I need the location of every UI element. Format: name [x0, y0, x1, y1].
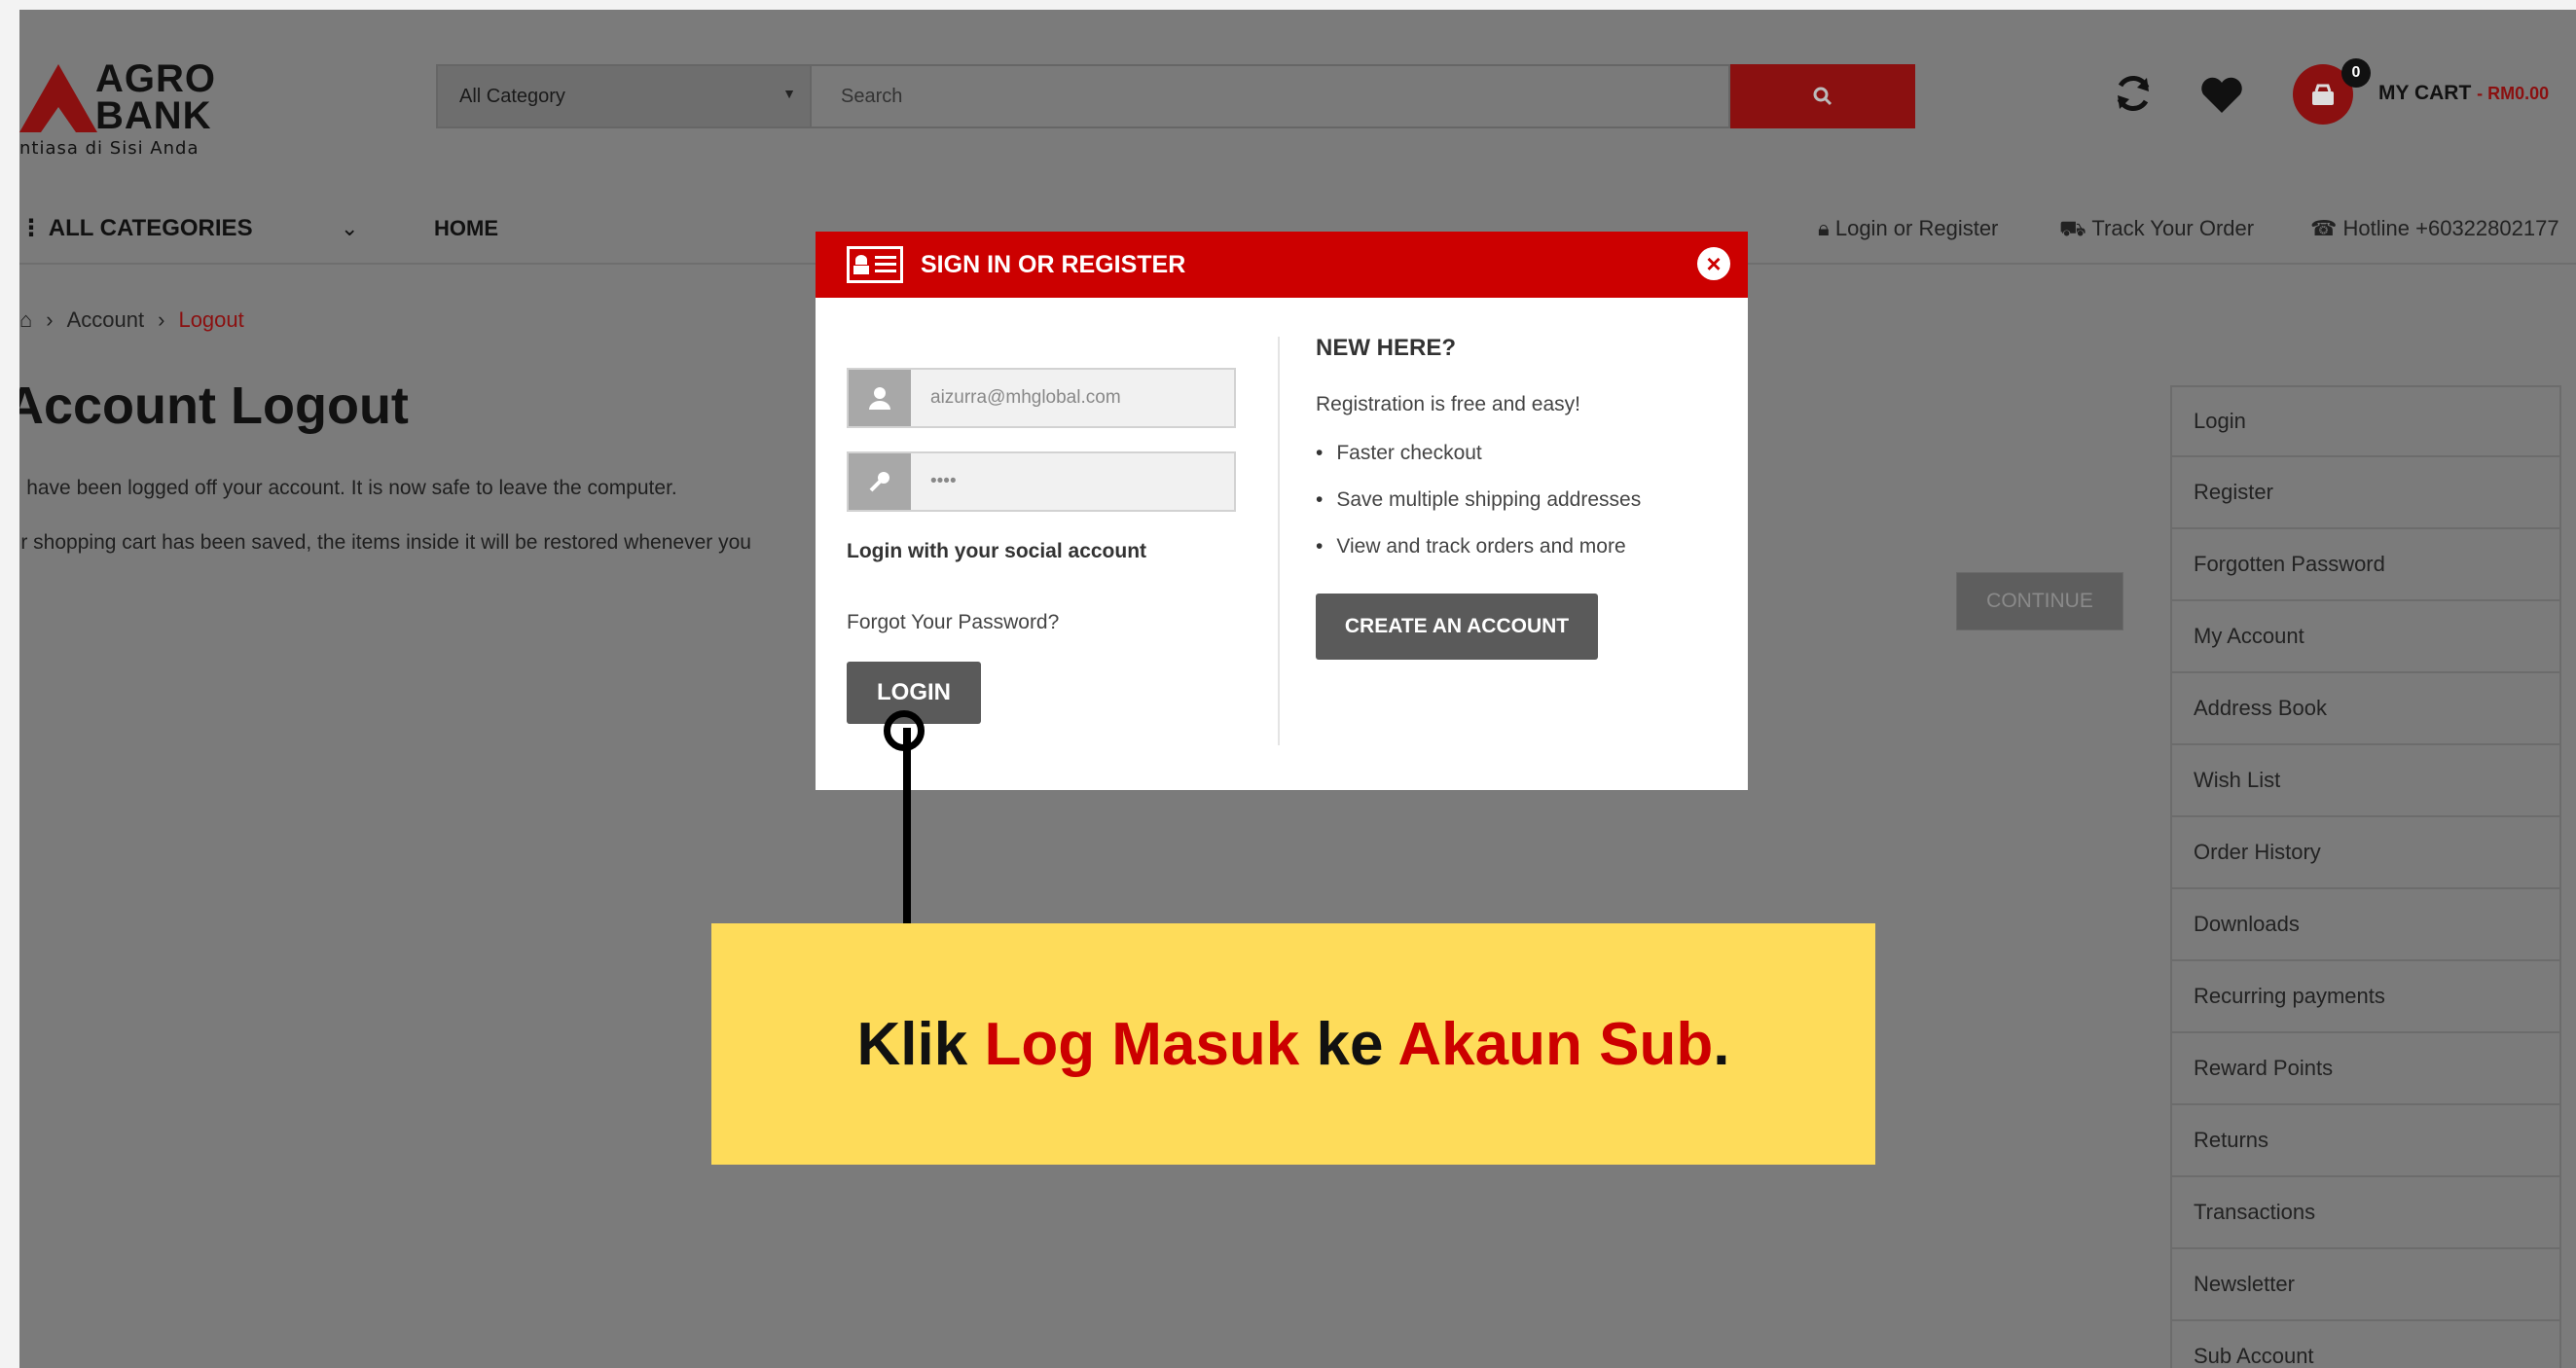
sidebar-item-recurring-payments[interactable]: Recurring payments [2170, 961, 2561, 1033]
email-input[interactable] [911, 370, 1234, 426]
menu-icon: ⋮ [19, 215, 49, 241]
key-icon [849, 453, 911, 510]
account-sidebar: Login Register Forgotten Password My Acc… [2170, 385, 2561, 1368]
all-categories-label: ALL CATEGORIES [48, 215, 253, 241]
list-item: View and track orders and more [1316, 533, 1641, 580]
sidebar-item-my-account[interactable]: My Account [2170, 601, 2561, 673]
wishlist-button[interactable] [2199, 76, 2244, 120]
search-icon [1813, 87, 1832, 106]
browser-viewport: AGRO BANK ntiasa di Sisi Anda All Catego… [19, 10, 2576, 1368]
track-order-link[interactable]: ⛟ Track Your Order [2059, 216, 2254, 244]
cart-saved-message: our shopping cart has been saved, the it… [19, 531, 751, 554]
sidebar-item-forgotten-password[interactable]: Forgotten Password [2170, 529, 2561, 601]
forgot-password-link[interactable]: Forgot Your Password? [847, 611, 1059, 634]
new-here-heading: NEW HERE? [1316, 335, 1456, 361]
truck-icon: ⛟ [2059, 216, 2086, 240]
category-select-value: All Category [459, 85, 565, 107]
phone-icon: ☎ [2310, 216, 2338, 240]
breadcrumb-account[interactable]: Account [67, 307, 145, 332]
pointer-line [903, 728, 911, 934]
instruction-part: . [1713, 1010, 1730, 1078]
lock-icon: 🔒︎ [1818, 216, 1830, 240]
track-order-label: Track Your Order [2091, 216, 2255, 240]
email-field[interactable] [847, 368, 1236, 428]
sign-in-modal: SIGN IN OR REGISTER × Login with your so… [816, 232, 1748, 790]
list-item: Faster checkout [1316, 440, 1641, 486]
modal-header: SIGN IN OR REGISTER × [816, 232, 1748, 298]
cart-amount: - RM0.00 [2477, 84, 2550, 103]
modal-title: SIGN IN OR REGISTER [921, 250, 1186, 278]
instruction-text: Klik Log Masuk ke Akaun Sub. [857, 1010, 1730, 1079]
registration-note: Registration is free and easy! [1316, 393, 1580, 415]
search-input[interactable]: Search [812, 64, 1730, 128]
modal-divider [1278, 337, 1280, 745]
social-login-label: Login with your social account [847, 540, 1147, 562]
instruction-part: ke [1299, 1010, 1398, 1078]
sidebar-item-newsletter[interactable]: Newsletter [2170, 1249, 2561, 1321]
pointer-circle-icon [884, 710, 925, 751]
password-input[interactable] [911, 453, 1234, 510]
id-card-icon [847, 246, 903, 283]
sidebar-item-sub-account[interactable]: Sub Account [2170, 1321, 2561, 1368]
close-icon[interactable]: × [1697, 247, 1730, 280]
cart-count-badge: 0 [2341, 58, 2371, 88]
cart-icon [2312, 84, 2334, 105]
sidebar-item-address-book[interactable]: Address Book [2170, 673, 2561, 745]
chevron-down-icon: ⌄ [341, 216, 359, 240]
my-cart-link[interactable]: MY CART - RM0.00 [2378, 82, 2549, 105]
password-field[interactable] [847, 451, 1236, 512]
continue-button[interactable]: CONTINUE [1956, 572, 2123, 630]
compare-button[interactable] [2112, 72, 2155, 120]
nav-home-link[interactable]: HOME [434, 216, 498, 241]
sidebar-item-register[interactable]: Register [2170, 457, 2561, 529]
create-account-button[interactable]: CREATE AN ACCOUNT [1316, 594, 1598, 660]
benefits-list: Faster checkout Save multiple shipping a… [1316, 440, 1641, 580]
instruction-callout: Klik Log Masuk ke Akaun Sub. [711, 923, 1875, 1165]
hotline-link[interactable]: ☎ Hotline +60322802177 [2310, 216, 2559, 241]
logout-message: ou have been logged off your account. It… [19, 477, 677, 499]
instruction-highlight: Akaun Sub [1397, 1010, 1714, 1078]
bank-logo[interactable]: AGRO BANK [95, 57, 216, 137]
home-icon[interactable]: ⌂ [19, 307, 32, 332]
breadcrumb-current[interactable]: Logout [178, 307, 243, 332]
cart-label: MY CART [2378, 82, 2472, 104]
hotline-label: Hotline +60322802177 [2342, 216, 2559, 240]
sidebar-item-order-history[interactable]: Order History [2170, 817, 2561, 889]
sidebar-item-login[interactable]: Login [2170, 385, 2561, 457]
logo-line1: AGRO [95, 57, 216, 100]
user-icon [849, 370, 911, 426]
all-categories-menu[interactable]: ⋮ ALL CATEGORIES [19, 214, 253, 242]
sidebar-item-wish-list[interactable]: Wish List [2170, 745, 2561, 817]
refresh-icon [2117, 75, 2150, 112]
login-register-label: Login or Register [1834, 216, 1999, 240]
page-title: Account Logout [19, 377, 409, 435]
search-button[interactable] [1730, 64, 1915, 128]
category-select[interactable]: All Category ▼ [436, 64, 812, 128]
breadcrumb: ⌂ › Account › Logout [19, 307, 244, 332]
caret-down-icon: ▼ [782, 86, 796, 101]
list-item: Save multiple shipping addresses [1316, 486, 1641, 533]
sidebar-item-reward-points[interactable]: Reward Points [2170, 1033, 2561, 1105]
instruction-part: Klik [856, 1010, 985, 1078]
sidebar-item-downloads[interactable]: Downloads [2170, 889, 2561, 961]
login-register-link[interactable]: 🔒︎ Login or Register [1818, 216, 1998, 241]
heart-icon [2201, 77, 2242, 113]
instruction-highlight: Log Masuk [984, 1010, 1300, 1078]
search-placeholder: Search [841, 85, 903, 107]
sidebar-item-returns[interactable]: Returns [2170, 1105, 2561, 1177]
logo-tagline: ntiasa di Sisi Anda [19, 138, 200, 159]
bank-logo-cut [41, 107, 76, 132]
sidebar-item-transactions[interactable]: Transactions [2170, 1177, 2561, 1249]
logo-line2: BANK [95, 94, 212, 137]
